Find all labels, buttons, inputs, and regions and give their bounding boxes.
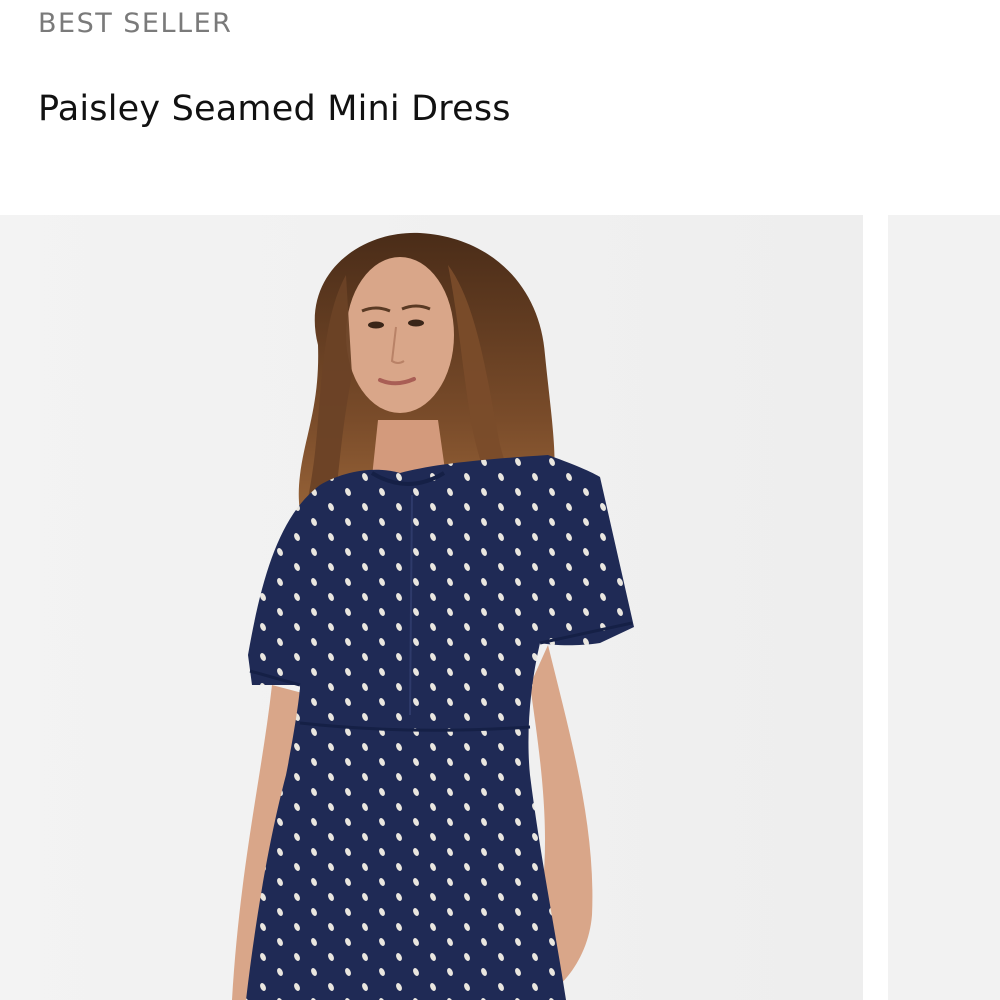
face xyxy=(346,257,454,413)
product-image-carousel[interactable] xyxy=(0,215,1000,1000)
model-photo xyxy=(0,215,863,1000)
product-image-next[interactable] xyxy=(888,215,1000,1000)
product-page: BEST SELLER Paisley Seamed Mini Dress xyxy=(0,0,1000,1000)
product-image-main[interactable] xyxy=(0,215,863,1000)
product-title: Paisley Seamed Mini Dress xyxy=(38,89,511,129)
best-seller-badge: BEST SELLER xyxy=(38,8,233,39)
